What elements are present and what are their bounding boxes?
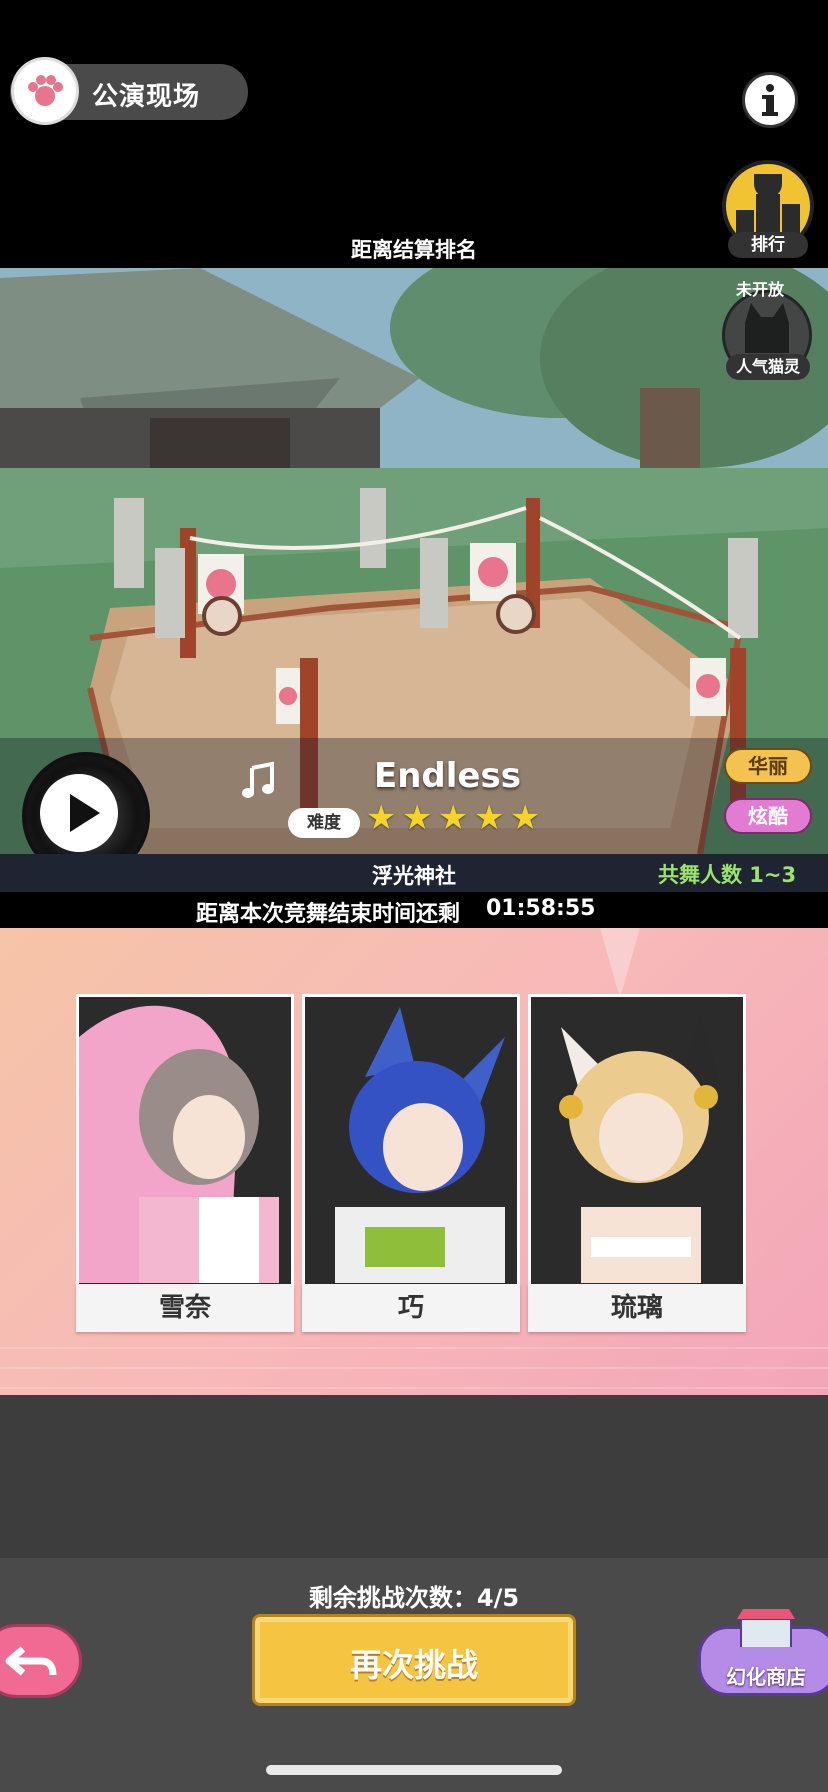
remaining-challenges: 剩余挑战次数：4/5: [308, 1584, 520, 1612]
play-button[interactable]: [40, 774, 118, 852]
timer-value: 01:58:55: [486, 896, 596, 921]
character-name: 琉璃: [528, 1284, 746, 1332]
character-portrait: [79, 997, 291, 1283]
star-icon: ★: [474, 798, 505, 838]
back-arrow-icon: [5, 1646, 57, 1676]
style-tag-gorgeous: 华丽: [724, 748, 812, 784]
star-icon: ★: [366, 798, 397, 838]
settle-countdown-label: 距离结算排名: [351, 238, 477, 262]
retry-label: 再次挑战: [349, 1646, 478, 1684]
character-name: 雪奈: [76, 1284, 294, 1332]
popular-cat-spirit-label: 人气猫灵: [726, 354, 810, 380]
play-icon: [70, 794, 100, 832]
timer-label: 距离本次竞舞结束时间还剩: [196, 902, 461, 927]
difficulty-label: 难度: [288, 808, 360, 838]
page-title: 公演现场: [92, 82, 201, 112]
character-name: 巧: [302, 1284, 520, 1332]
dancer-count: 共舞人数 1~3: [658, 863, 797, 887]
character-card-qiao[interactable]: [302, 994, 520, 1332]
star-icon: ★: [438, 798, 469, 838]
character-portrait: [305, 997, 517, 1283]
shop-label: 幻化商店: [726, 1665, 806, 1689]
star-icon: ★: [510, 798, 541, 838]
back-button[interactable]: [0, 1624, 82, 1698]
character-portrait: [531, 997, 743, 1283]
song-title: Endless: [374, 756, 521, 796]
shop-icon: [737, 1609, 795, 1647]
empty-area: [0, 1395, 828, 1558]
locked-status-label: 未开放: [736, 280, 785, 299]
character-card-liuli[interactable]: [528, 994, 746, 1332]
star-icon: ★: [402, 798, 433, 838]
paw-icon[interactable]: [14, 60, 76, 122]
music-note-icon: [238, 760, 280, 806]
style-tag-cool: 炫酷: [724, 798, 812, 834]
info-icon[interactable]: [742, 72, 798, 128]
character-card-xuenai[interactable]: [76, 994, 294, 1332]
home-indicator[interactable]: [266, 1765, 562, 1775]
